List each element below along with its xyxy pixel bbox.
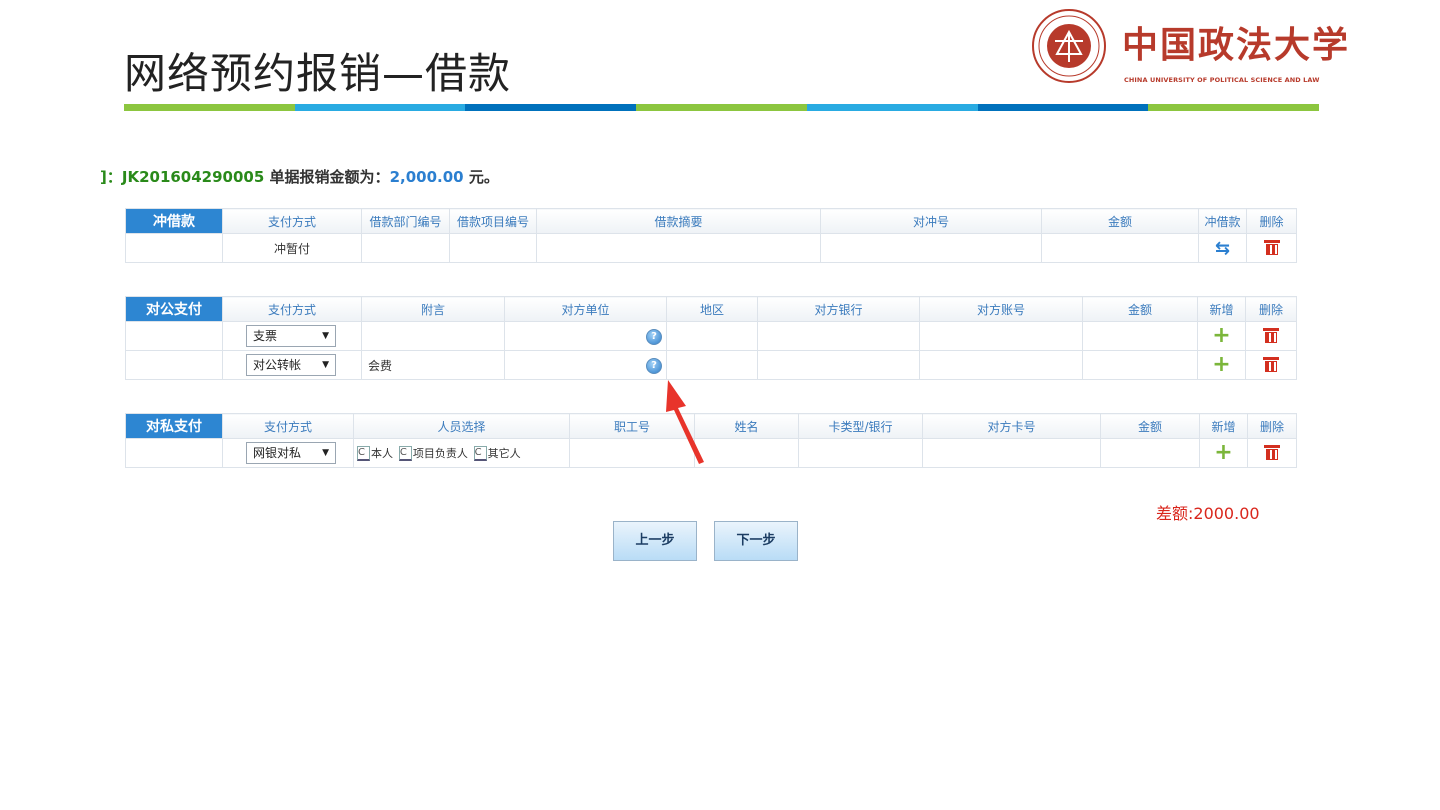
delete-button[interactable] <box>1247 438 1297 468</box>
chevron-down-icon: ▼ <box>322 360 329 370</box>
col-project-code: 借款项目编号 <box>449 208 537 234</box>
amount-label: 单据报销金额为： <box>269 168 390 186</box>
col-payment-method: 支付方式 <box>222 208 362 234</box>
col-bank: 对方银行 <box>757 296 920 322</box>
prev-step-button[interactable]: 上一步 <box>613 521 697 561</box>
col-counterparty: 对方单位 <box>504 296 667 322</box>
trash-icon[interactable] <box>1264 444 1280 460</box>
slide-title: 网络预约报销—借款 <box>124 49 512 98</box>
counterparty-input[interactable]: ? <box>504 350 667 380</box>
add-button[interactable]: + <box>1197 321 1246 351</box>
col-region: 地区 <box>666 296 758 322</box>
col-person-select: 人员选择 <box>353 413 570 439</box>
person-radio-group: C 本人 C 项目负责人 C 其它人 <box>353 438 570 468</box>
title-bar-segment <box>465 104 637 111</box>
logo-subtitle: CHINA UNIVERSITY OF POLITICAL SCIENCE AN… <box>1124 76 1320 84</box>
amount-value: 2,000.00 <box>389 168 464 186</box>
col-dept-code: 借款部门编号 <box>361 208 450 234</box>
col-note: 附言 <box>361 296 505 322</box>
loan-section-label: 冲借款 <box>125 208 223 234</box>
col-loan-summary: 借款摘要 <box>536 208 821 234</box>
col-amount: 金额 <box>1100 413 1200 439</box>
col-card-no: 对方卡号 <box>922 413 1101 439</box>
payment-method-cell: 冲暂付 <box>222 233 362 263</box>
private-section-label: 对私支付 <box>125 413 223 439</box>
help-icon[interactable]: ? <box>646 328 662 345</box>
title-color-bar <box>124 104 1320 111</box>
col-amount: 金额 <box>1082 296 1198 322</box>
payment-method-select[interactable]: 网银对私 ▼ <box>246 442 336 464</box>
note-input[interactable] <box>361 321 505 351</box>
title-bar-segment <box>806 104 978 111</box>
col-card-type: 卡类型/银行 <box>798 413 923 439</box>
delete-button[interactable] <box>1245 321 1297 351</box>
col-account: 对方账号 <box>919 296 1083 322</box>
delete-button[interactable] <box>1246 233 1297 263</box>
document-code: JK201604290005 <box>121 168 265 186</box>
help-icon[interactable]: ? <box>646 357 662 374</box>
delete-button[interactable] <box>1245 350 1297 380</box>
chevron-down-icon: ▼ <box>322 448 329 458</box>
annotation-arrow <box>666 380 704 464</box>
title-bar-segment <box>636 104 807 111</box>
chevron-down-icon: ▼ <box>322 331 329 341</box>
col-delete: 删除 <box>1247 413 1297 439</box>
public-section-label: 对公支付 <box>125 296 223 322</box>
amount-unit: 元。 <box>468 168 499 186</box>
difference-amount: 差额:2000.00 <box>1156 504 1260 523</box>
title-bar-segment <box>1148 104 1320 111</box>
col-payment-method: 支付方式 <box>222 413 354 439</box>
logo-text: 中国政法大学 <box>1122 24 1351 66</box>
col-offset-loan: 冲借款 <box>1198 208 1247 234</box>
radio-other[interactable]: C 其它人 <box>473 446 521 462</box>
counterparty-input[interactable]: ? <box>504 321 667 351</box>
trash-icon[interactable] <box>1263 356 1279 372</box>
note-input[interactable]: 会费 <box>361 350 505 380</box>
info-prefix: ]： <box>100 168 122 186</box>
table-row: 对公转帐 ▼ 会费 ? + <box>125 350 1297 380</box>
swap-icon[interactable]: ⇆ <box>1215 238 1230 259</box>
table-row: 冲暂付 ⇆ <box>125 233 1297 263</box>
offset-loan-button[interactable]: ⇆ <box>1198 233 1247 263</box>
plus-icon[interactable]: + <box>1212 323 1230 348</box>
col-delete: 删除 <box>1245 296 1297 322</box>
title-bar-segment <box>294 104 466 111</box>
payment-method-select[interactable]: 支票 ▼ <box>246 325 336 347</box>
title-bar-segment <box>977 104 1149 111</box>
plus-icon[interactable]: + <box>1212 352 1230 377</box>
col-payment-method: 支付方式 <box>222 296 362 322</box>
title-bar-segment <box>124 104 295 111</box>
trash-icon[interactable] <box>1263 327 1279 343</box>
add-button[interactable]: + <box>1199 438 1248 468</box>
radio-project-lead[interactable]: C 项目负责人 <box>398 446 468 462</box>
add-button[interactable]: + <box>1197 350 1246 380</box>
col-offset-no: 对冲号 <box>820 208 1042 234</box>
col-delete: 删除 <box>1246 208 1297 234</box>
trash-icon[interactable] <box>1263 239 1280 255</box>
table-row: 支票 ▼ ? + <box>125 321 1297 351</box>
payment-method-select[interactable]: 对公转帐 ▼ <box>246 354 336 376</box>
col-amount: 金额 <box>1041 208 1199 234</box>
next-step-button[interactable]: 下一步 <box>714 521 798 561</box>
loan-offset-table: 冲借款 支付方式 借款部门编号 借款项目编号 借款摘要 对冲号 金额 冲借款 删… <box>125 208 1297 263</box>
public-payment-table: 对公支付 支付方式 附言 对方单位 地区 对方银行 对方账号 金额 新增 删除 … <box>125 296 1297 380</box>
document-info: ]：JK201604290005 单据报销金额为：2,000.00 元。 <box>100 166 499 187</box>
radio-self[interactable]: C 本人 <box>357 446 393 462</box>
col-add: 新增 <box>1197 296 1246 322</box>
plus-icon[interactable]: + <box>1214 440 1232 465</box>
col-add: 新增 <box>1199 413 1248 439</box>
